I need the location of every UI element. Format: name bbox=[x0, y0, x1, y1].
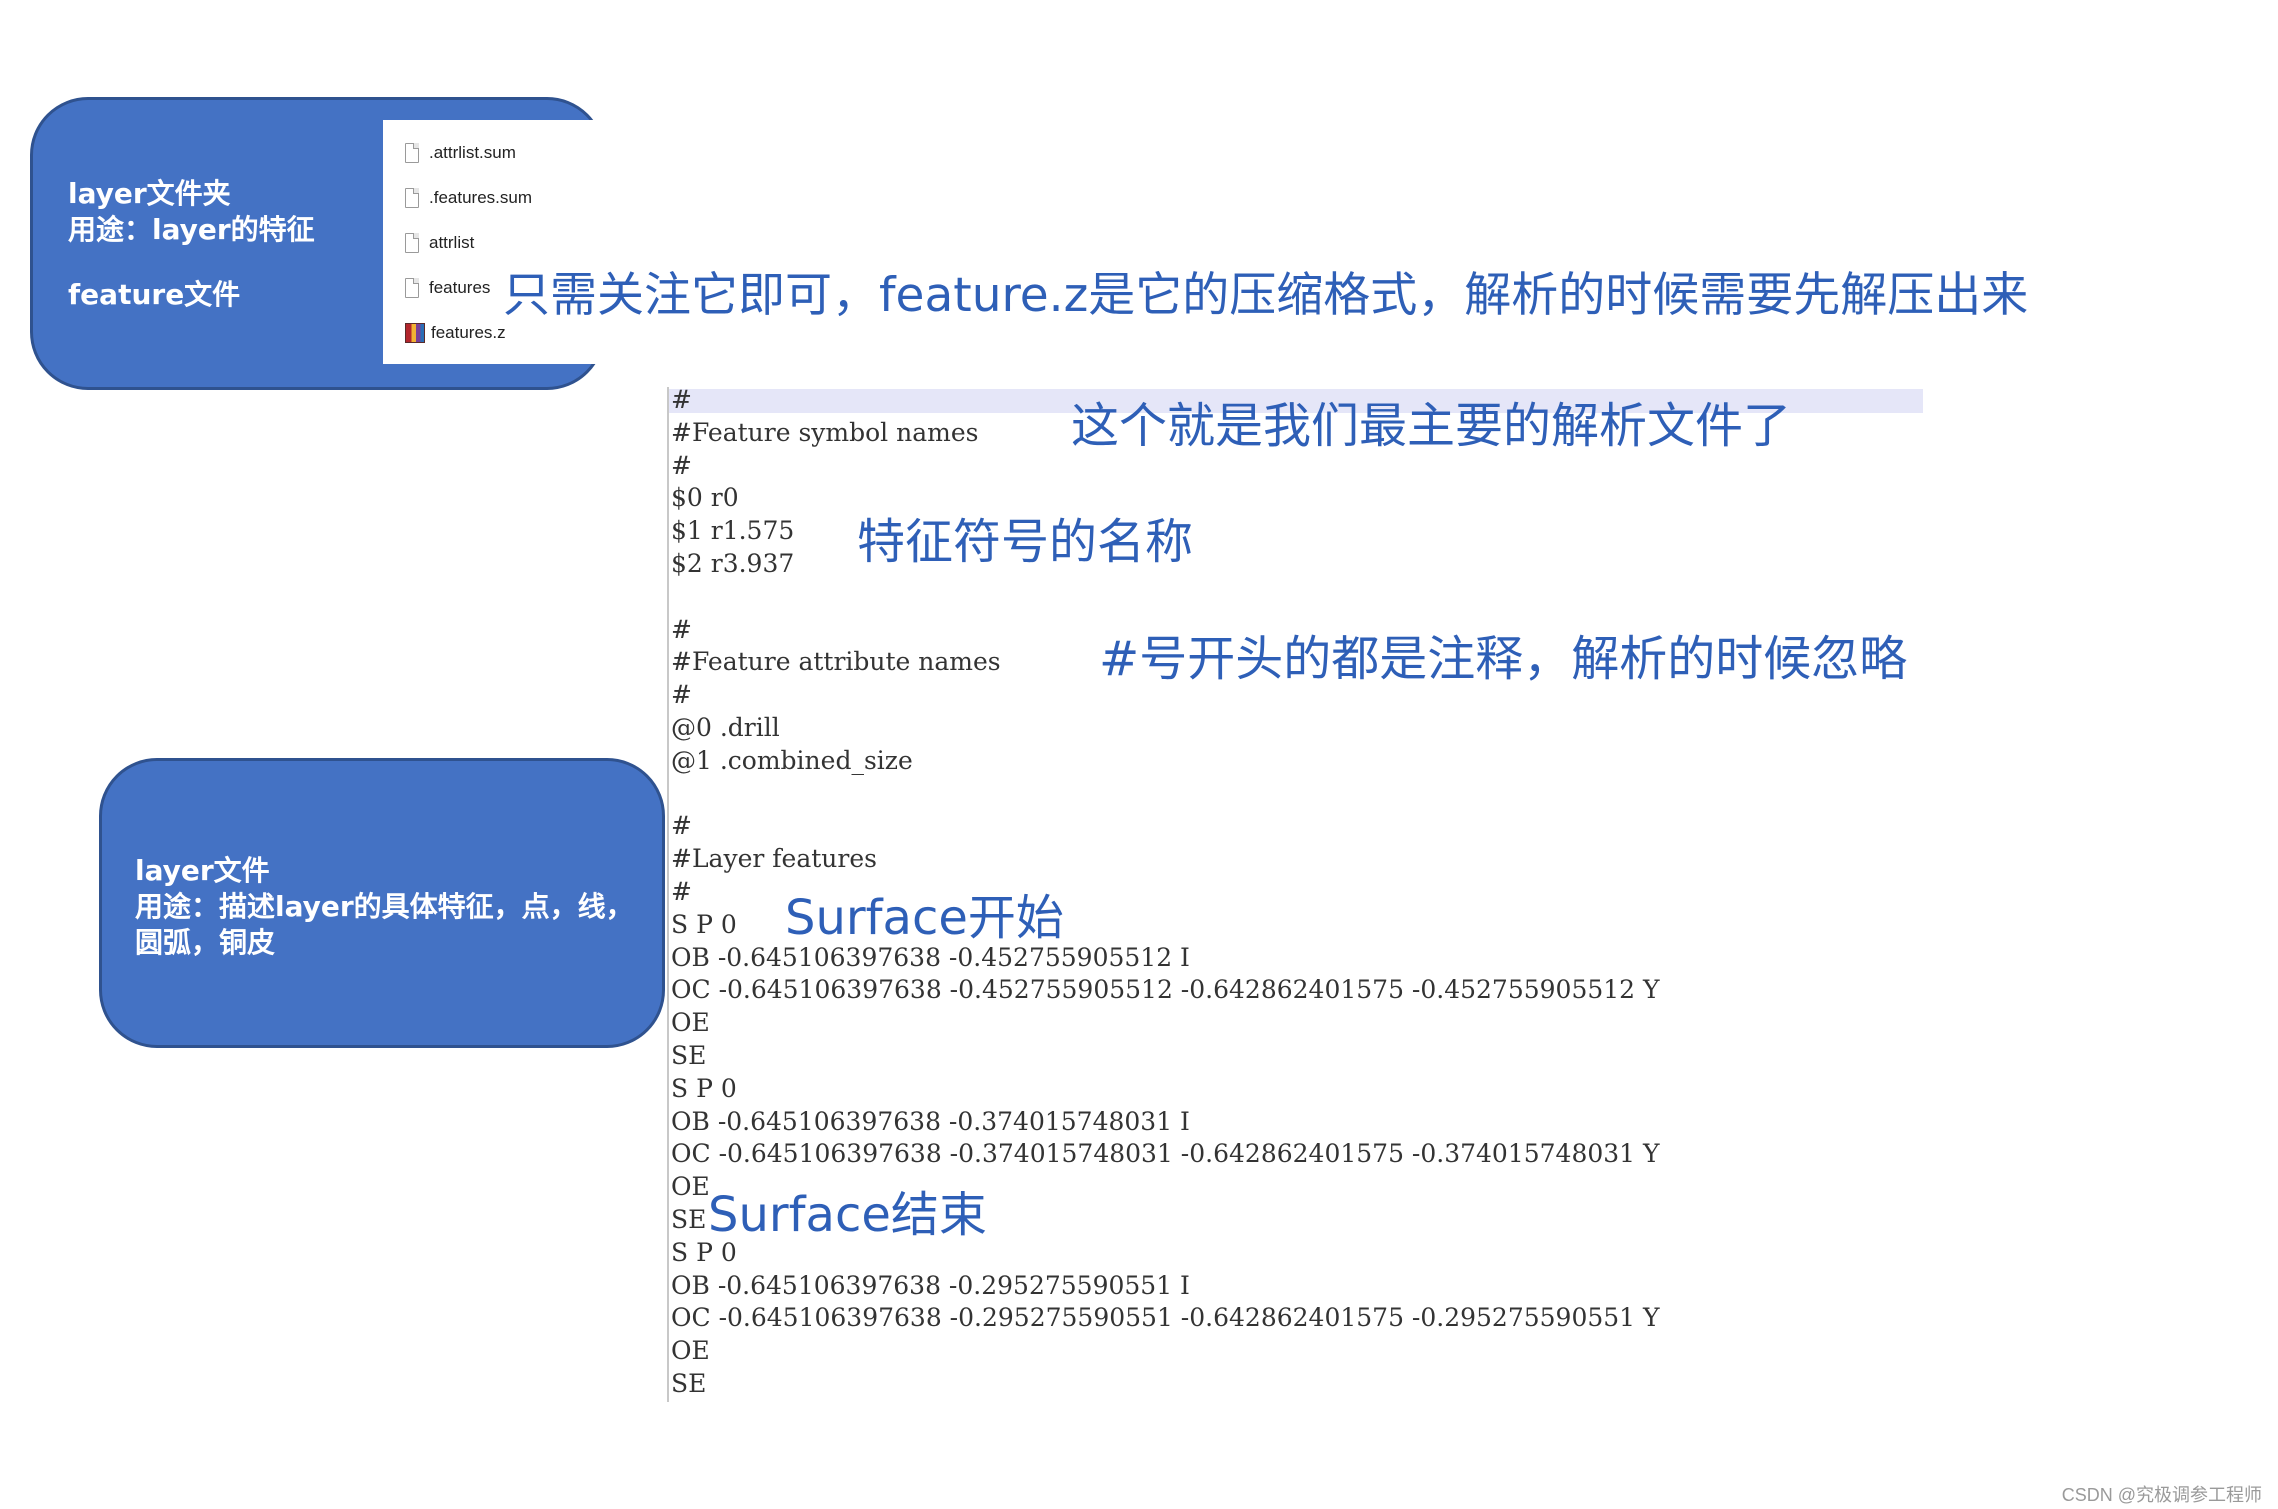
file-name: features bbox=[429, 278, 491, 297]
file-name: attrlist bbox=[429, 233, 475, 252]
file-item[interactable]: .attrlist.sum bbox=[405, 138, 516, 168]
file-item[interactable]: features.z bbox=[405, 318, 506, 348]
annotation-symbol-names: 特征符号的名称 bbox=[857, 514, 1194, 570]
file-name: .attrlist.sum bbox=[429, 143, 516, 162]
code-line: OC -0.645106397638 -0.295275590551 -0.64… bbox=[671, 1303, 1660, 1333]
code-line: SE bbox=[671, 1368, 707, 1398]
code-line: $0 r0 bbox=[671, 483, 739, 513]
code-line: @1 .combined_size bbox=[671, 745, 913, 775]
file-icon bbox=[405, 143, 419, 163]
code-line: # bbox=[671, 811, 692, 841]
code-line: S P 0 bbox=[671, 1073, 737, 1103]
code-line: @0 .drill bbox=[671, 712, 780, 742]
annotation-main-file: 这个就是我们最主要的解析文件了 bbox=[1071, 398, 1792, 454]
layer-file-description: layer文件 用途：描述layer的具体特征，点，线，圆弧，铜皮 bbox=[135, 854, 634, 959]
code-line: # bbox=[671, 450, 692, 480]
annotation-comment-note: #号开头的都是注释，解析的时候忽略 bbox=[1099, 631, 1908, 687]
file-name: .features.sum bbox=[429, 188, 532, 207]
file-item[interactable]: attrlist bbox=[405, 228, 474, 258]
file-item[interactable]: .features.sum bbox=[405, 183, 532, 213]
layer-folder-title: layer文件夹 用途：layer的特征 bbox=[68, 177, 315, 246]
annotation-surface-start: Surface开始 bbox=[785, 890, 1064, 946]
file-name: features.z bbox=[431, 323, 506, 342]
archive-icon bbox=[405, 323, 425, 343]
code-line: OC -0.645106397638 -0.452755905512 -0.64… bbox=[671, 975, 1660, 1005]
annotation-features-note: 只需关注它即可，feature.z是它的压缩格式，解析的时候需要先解压出来 bbox=[503, 268, 2029, 323]
file-icon bbox=[405, 278, 419, 298]
watermark: CSDN @究极调参工程师 bbox=[2061, 1485, 2262, 1505]
code-line: OE bbox=[671, 1008, 710, 1038]
code-line: #Layer features bbox=[671, 844, 877, 874]
code-line: OB -0.645106397638 -0.295275590551 I bbox=[671, 1270, 1190, 1300]
code-line: SE bbox=[671, 1040, 707, 1070]
code-line: OB -0.645106397638 -0.374015748031 I bbox=[671, 1106, 1190, 1136]
file-item[interactable]: features bbox=[405, 273, 490, 303]
code-line: OC -0.645106397638 -0.374015748031 -0.64… bbox=[671, 1139, 1660, 1169]
file-icon bbox=[405, 188, 419, 208]
code-line: OE bbox=[671, 1336, 710, 1366]
file-icon bbox=[405, 233, 419, 253]
annotation-surface-end: Surface结束 bbox=[708, 1187, 987, 1243]
feature-file-label: feature文件 bbox=[68, 278, 241, 311]
code-left-border bbox=[667, 387, 669, 1402]
file-list: .attrlist.sum .features.sum attrlist featur… bbox=[383, 120, 605, 364]
code-line: OB -0.645106397638 -0.452755905512 I bbox=[671, 942, 1190, 972]
layer-file-box: layer文件 用途：描述layer的具体特征，点，线，圆弧，铜皮 bbox=[99, 758, 665, 1048]
